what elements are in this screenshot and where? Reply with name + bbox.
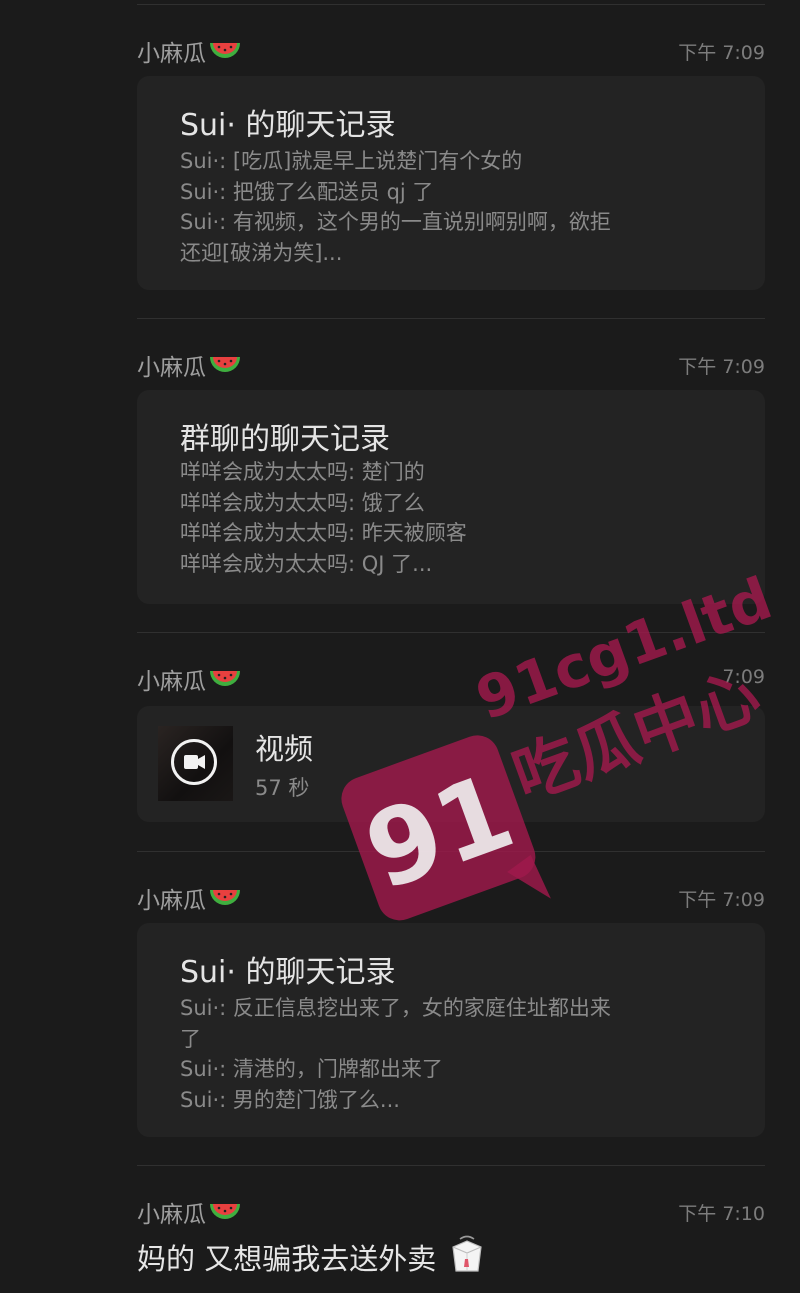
watermelon-icon [208, 1200, 242, 1232]
message-chat-record[interactable]: 小麻瓜 下午 7:09 Sui· 的聊天记录 Sui·: 反正信息挖出来了，女的… [137, 881, 765, 1137]
sender-name: 小麻瓜 [137, 888, 206, 914]
message-divider [137, 4, 765, 5]
sender: 小麻瓜 [137, 348, 242, 385]
timestamp: 下午 7:09 [678, 356, 765, 378]
message-divider [137, 632, 765, 633]
video-thumbnail[interactable] [158, 726, 233, 801]
timestamp: 下午 7:09 [678, 889, 765, 911]
preview-line: 咩咩会成为太太吗: QJ 了... [180, 551, 433, 576]
message-video[interactable]: 小麻瓜 7:09 视频 57 秒 [137, 662, 765, 822]
video-card[interactable]: 视频 57 秒 [137, 706, 765, 822]
watermelon-icon [208, 39, 242, 71]
chat-record-card[interactable]: Sui· 的聊天记录 Sui·: 反正信息挖出来了，女的家庭住址都出来 了 Su… [137, 923, 765, 1137]
message-divider [137, 318, 765, 319]
video-duration: 57 秒 [255, 776, 310, 800]
watermelon-icon [208, 886, 242, 918]
chat-record-card[interactable]: Sui· 的聊天记录 Sui·: [吃瓜]就是早上说楚门有个女的 Sui·: 把… [137, 76, 765, 290]
preview-line: Sui·: 反正信息挖出来了，女的家庭住址都出来 了 [180, 996, 611, 1051]
preview-line: Sui·: 把饿了么配送员 qj 了 [180, 179, 434, 204]
preview-line: 咩咩会成为太太吗: 楚门的 [180, 460, 425, 484]
preview-line: 咩咩会成为太太吗: 昨天被顾客 [180, 521, 467, 545]
watermelon-icon [208, 353, 242, 385]
card-preview-lines: Sui·: [吃瓜]就是早上说楚门有个女的 Sui·: 把饿了么配送员 qj 了… [180, 146, 725, 268]
sender: 小麻瓜 [137, 662, 242, 699]
takeout-box-icon [447, 1235, 487, 1282]
timestamp: 7:09 [722, 666, 765, 688]
message-text: 妈的 又想骗我去送外卖 [137, 1242, 437, 1276]
card-title: Sui· 的聊天记录 [180, 108, 396, 143]
sender: 小麻瓜 [137, 881, 242, 918]
preview-line: Sui·: 有视频，这个男的一直说别啊别啊，欲拒 还迎[破涕为笑]... [180, 210, 611, 265]
watermelon-icon [208, 667, 242, 699]
video-title: 视频 [255, 732, 314, 766]
card-title: 群聊的聊天记录 [180, 422, 390, 457]
sender-name: 小麻瓜 [137, 41, 206, 67]
timestamp: 下午 7:10 [678, 1203, 765, 1225]
message-divider [137, 851, 765, 852]
card-preview-lines: Sui·: 反正信息挖出来了，女的家庭住址都出来 了 Sui·: 清港的，门牌都… [180, 993, 725, 1115]
video-camera-icon [171, 739, 217, 785]
sender-name: 小麻瓜 [137, 355, 206, 381]
sender: 小麻瓜 [137, 1195, 242, 1232]
preview-line: 咩咩会成为太太吗: 饿了么 [180, 490, 425, 515]
sender: 小麻瓜 [137, 34, 242, 71]
timestamp: 下午 7:09 [678, 42, 765, 64]
sender-name: 小麻瓜 [137, 669, 206, 695]
card-preview-lines: 咩咩会成为太太吗: 楚门的 咩咩会成为太太吗: 饿了么 咩咩会成为太太吗: 昨天… [180, 457, 725, 579]
preview-line: Sui·: 男的楚门饿了么... [180, 1087, 400, 1112]
chat-record-card[interactable]: 群聊的聊天记录 咩咩会成为太太吗: 楚门的 咩咩会成为太太吗: 饿了么 咩咩会成… [137, 390, 765, 604]
sender-name: 小麻瓜 [137, 1202, 206, 1228]
message-divider [137, 1165, 765, 1166]
message-chat-record[interactable]: 小麻瓜 下午 7:09 Sui· 的聊天记录 Sui·: [吃瓜]就是早上说楚门… [137, 34, 765, 290]
message-body: 妈的 又想骗我去送外卖 [137, 1235, 487, 1282]
card-title: Sui· 的聊天记录 [180, 955, 396, 990]
message-chat-record[interactable]: 小麻瓜 下午 7:09 群聊的聊天记录 咩咩会成为太太吗: 楚门的 咩咩会成为太… [137, 348, 765, 604]
preview-line: Sui·: [吃瓜]就是早上说楚门有个女的 [180, 149, 523, 173]
message-text[interactable]: 小麻瓜 下午 7:10 妈的 又想骗我去送外卖 [137, 1195, 765, 1290]
preview-line: Sui·: 清港的，门牌都出来了 [180, 1057, 443, 1081]
